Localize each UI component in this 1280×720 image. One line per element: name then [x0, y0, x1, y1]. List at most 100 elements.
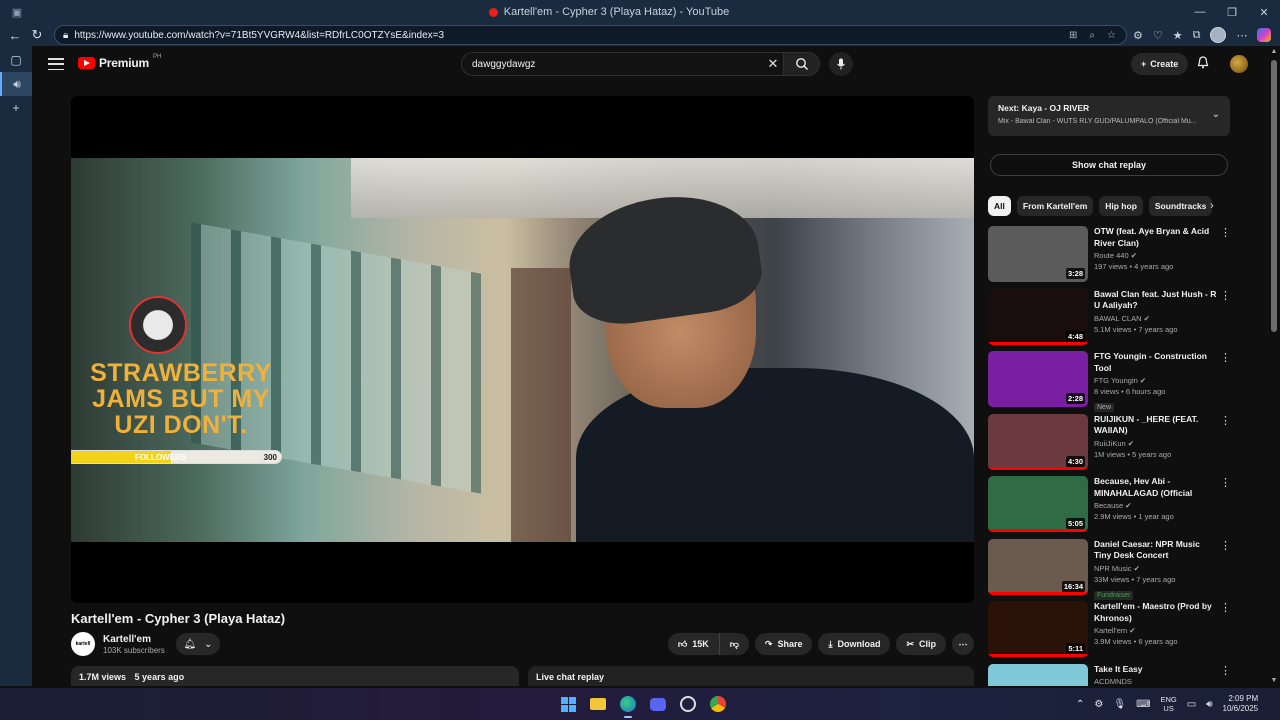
extensions-icon[interactable]: ⚙	[1133, 29, 1143, 42]
system-clock[interactable]: 2:09 PM 10/6/2025	[1223, 694, 1259, 714]
create-button[interactable]: + Create	[1131, 53, 1189, 75]
recommendation-title[interactable]: Daniel Caesar: NPR Music Tiny Desk Conce…	[1094, 539, 1218, 562]
channel-name[interactable]: FTG Youngin	[1094, 376, 1138, 385]
recommendation-item[interactable]: 5:11 Kartell'em - Maestro (Prod by Khrono…	[988, 601, 1231, 664]
favorites-icon[interactable]: ★	[1173, 29, 1183, 42]
more-vertical-icon[interactable]: ⋮	[1220, 476, 1231, 489]
show-chat-replay-button[interactable]: Show chat replay	[990, 154, 1228, 176]
share-button[interactable]: ↷ Share	[754, 633, 813, 655]
account-avatar[interactable]	[1230, 55, 1248, 73]
video-thumbnail[interactable]: 5:05	[988, 476, 1088, 532]
recommendation-item[interactable]: 2:28 FTG Youngin - Construction Tool FTG Y…	[988, 351, 1231, 414]
more-vertical-icon[interactable]: ⋮	[1220, 414, 1231, 427]
recommendation-item[interactable]: 5:05 Because, Hev Abi - MINAHALAGAD (Offi…	[988, 476, 1231, 539]
recommendation-title[interactable]: FTG Youngin - Construction Tool	[1094, 351, 1218, 374]
subscription-bell-button[interactable]: 🔔︎ ⌄	[176, 633, 220, 655]
recommendation-title[interactable]: Take It Easy	[1094, 664, 1218, 676]
url-text[interactable]: https://www.youtube.com/watch?v=71Bt5YVG…	[74, 30, 444, 41]
expand-chevron-icon[interactable]: ⌄	[1212, 109, 1220, 120]
more-vertical-icon[interactable]: ⋮	[1220, 289, 1231, 302]
recommendation-title[interactable]: Bawal Clan feat. Just Hush - R U Aaliyah…	[1094, 289, 1218, 312]
like-button[interactable]: 👍︎ 15K	[667, 633, 719, 655]
recommendation-item[interactable]: 3:28 OTW (feat. Aye Bryan & Acid River Cl…	[988, 226, 1231, 289]
edge-browser-icon[interactable]	[616, 692, 640, 718]
address-bar[interactable]: 🔒︎ https://www.youtube.com/watch?v=71Bt5…	[54, 25, 1127, 45]
zoom-icon[interactable]: ⌕	[1089, 30, 1095, 41]
channel-name[interactable]: ACDMNDS	[1094, 677, 1132, 686]
more-vertical-icon[interactable]: ⋮	[1220, 601, 1231, 614]
show-hidden-icons-chevron[interactable]: ⌃	[1076, 699, 1084, 710]
playlist-next-card[interactable]: Next: Kaya - OJ RIVER Mix - Bawal Clan -…	[988, 96, 1230, 136]
video-thumbnail[interactable]: 4:30	[988, 413, 1088, 470]
volume-icon[interactable]: 🔊︎	[1206, 699, 1212, 710]
maximize-button[interactable]: ❐	[1216, 6, 1248, 19]
search-button[interactable]	[784, 52, 820, 76]
tab-actions-icon[interactable]: ▢	[0, 48, 32, 72]
tab-youtube[interactable]: 🔊︎	[0, 72, 32, 96]
discord-icon[interactable]	[646, 692, 670, 716]
more-vertical-icon[interactable]: ⋮	[1220, 226, 1231, 239]
back-button[interactable]: ←	[4, 24, 26, 46]
more-vertical-icon[interactable]: ⋮	[1220, 539, 1231, 552]
chip-soundtracks[interactable]: Soundtracks	[1148, 196, 1213, 216]
channel-name[interactable]: RuiiJiKun	[1094, 439, 1126, 448]
chip-from-channel[interactable]: From Kartell'em	[1016, 196, 1094, 216]
recommendation-channel[interactable]: NPR Music ✔︎	[1094, 564, 1218, 573]
keyboard-icon[interactable]: ⌨	[1136, 699, 1150, 710]
tray-app-icon[interactable]: ⚙	[1094, 699, 1103, 710]
video-thumbnail[interactable]	[988, 663, 1088, 686]
menu-icon[interactable]	[48, 56, 64, 72]
more-vertical-icon[interactable]: ⋮	[1220, 351, 1231, 364]
channel-name[interactable]: Because	[1094, 501, 1123, 510]
channel-avatar[interactable]: kartell	[71, 632, 95, 656]
channel-name[interactable]: Route 440	[1094, 251, 1129, 260]
recommendation-channel[interactable]: RuiiJiKun ✔︎	[1094, 439, 1218, 448]
chevron-right-icon[interactable]: ›	[1210, 200, 1214, 212]
minimize-button[interactable]: —	[1184, 6, 1216, 19]
recommendation-title[interactable]: Kartell'em - Maestro (Prod by Khronos)	[1094, 601, 1218, 624]
scroll-down-icon[interactable]: ▼	[1270, 677, 1278, 684]
search-value[interactable]: dawggydawgz	[472, 59, 535, 70]
more-vertical-icon[interactable]: ⋮	[1220, 664, 1231, 677]
scrollbar-thumb[interactable]	[1271, 60, 1277, 332]
workspaces-icon[interactable]: ▣	[0, 6, 34, 19]
video-thumbnail[interactable]: 3:28	[988, 226, 1088, 282]
search-input[interactable]: dawggydawgz ✕	[461, 52, 784, 76]
youtube-logo[interactable]: Premium PH	[78, 54, 161, 70]
video-thumbnail[interactable]: 4:48	[988, 288, 1088, 345]
video-thumbnail[interactable]: 2:28	[988, 351, 1088, 407]
channel-name[interactable]: Kartell'em	[1094, 626, 1127, 635]
close-window-button[interactable]: ✕	[1248, 6, 1280, 19]
app-available-icon[interactable]: ⊞	[1069, 30, 1077, 41]
new-tab-button[interactable]: +	[0, 96, 32, 120]
chip-all[interactable]: All	[988, 196, 1011, 216]
file-explorer-icon[interactable]	[586, 692, 610, 716]
recommendation-channel[interactable]: Kartell'em ✔︎	[1094, 626, 1218, 635]
start-button[interactable]	[556, 692, 580, 716]
recommendation-item[interactable]: 16:34 Daniel Caesar: NPR Music Tiny Desk …	[988, 538, 1231, 602]
scroll-up-icon[interactable]: ▲	[1270, 48, 1278, 55]
description-box[interactable]: 1.7M views 5 years ago	[71, 666, 519, 686]
recommendation-channel[interactable]: Route 440 ✔︎	[1094, 251, 1218, 260]
recommendation-title[interactable]: Because, Hev Abi - MINAHALAGAD (Official…	[1094, 476, 1218, 499]
chip-hip-hop[interactable]: Hip hop	[1099, 196, 1143, 216]
copilot-icon[interactable]	[1257, 28, 1272, 42]
profile-avatar[interactable]	[1210, 27, 1227, 43]
recommendation-channel[interactable]: ACDMNDS	[1094, 677, 1218, 686]
recommendation-channel[interactable]: Because ✔︎	[1094, 501, 1218, 510]
channel-name[interactable]: BAWAL CLAN	[1094, 314, 1142, 323]
channel-name[interactable]: Kartell'em	[103, 634, 151, 645]
app-icon[interactable]	[676, 692, 700, 716]
language-indicator[interactable]: ENG US	[1161, 695, 1177, 713]
chrome-icon[interactable]	[706, 692, 730, 716]
display-icon[interactable]: ▭	[1187, 699, 1196, 710]
recommendation-title[interactable]: RUIJIKUN - _HERE (FEAT. WAIIAN)	[1094, 414, 1218, 437]
live-chat-replay-panel[interactable]: Live chat replay	[528, 666, 974, 686]
recommendation-item[interactable]: 4:48 Bawal Clan feat. Just Hush - R U Aal…	[988, 288, 1231, 352]
recommendation-item[interactable]: Take It Easy ACDMNDS ⋮	[988, 663, 1231, 686]
dislike-button[interactable]: 👎︎	[718, 633, 749, 655]
video-thumbnail[interactable]: 5:11	[988, 601, 1088, 657]
channel-name[interactable]: NPR Music	[1094, 564, 1132, 573]
refresh-button[interactable]: ↻	[26, 24, 48, 46]
clear-search-icon[interactable]: ✕	[763, 56, 783, 72]
